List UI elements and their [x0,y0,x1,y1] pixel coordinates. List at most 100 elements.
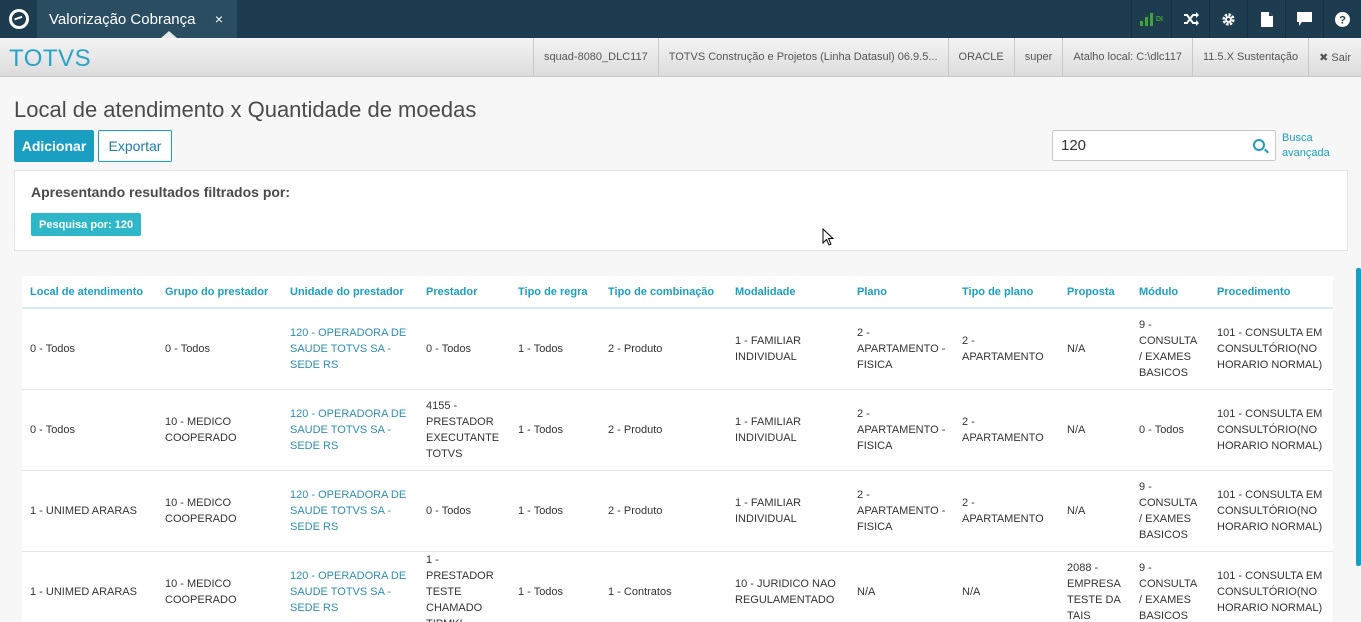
table-header-row: Local de atendimento Grupo do prestador Un… [22,276,1333,309]
table-cell: 0 - Todos [418,470,510,552]
search-input[interactable] [1061,137,1241,154]
shuffle-icon[interactable] [1171,0,1209,38]
table-cell[interactable]: 120 - OPERADORA DE SAUDE TOTVS SA - SEDE… [282,470,418,552]
tab-pointer [161,31,177,38]
table-cell: 101 - CONSULTA EM CONSULTÓRIO(NO HORARIO… [1209,389,1333,471]
column-header[interactable]: Grupo do prestador [157,276,282,309]
app-header: TOTVS squad-8080_DLC117 TOTVS Construção… [0,38,1361,77]
info-user: super [1013,38,1063,76]
advanced-search-line2: avançada [1282,147,1330,159]
advanced-search-link[interactable]: Busca avançada [1282,131,1352,161]
table-cell: 9 - CONSULTA / EXAMES BASICOS [1131,470,1209,552]
info-local-shortcut: Atalho local: C:\dlc117 [1062,38,1192,76]
add-button[interactable]: Adicionar [14,130,94,162]
table-cell: 2088 - EMPRESA TESTE DA TAIS [1059,551,1131,622]
search-box [1052,130,1276,161]
tab-close-icon[interactable]: × [215,11,223,27]
table-cell: 1 - Todos [510,470,600,552]
table-row[interactable]: 0 - Todos 10 - MEDICO COOPERADO 120 - OPER… [22,389,1333,471]
exit-button[interactable]: ✖ Sair [1308,38,1361,76]
top-navigation-bar: Valorização Cobrança × DI ? [0,0,1361,38]
filter-panel: Apresentando resultados filtrados por: P… [14,170,1348,251]
info-product: TOTVS Construção e Projetos (Linha Datas… [657,38,948,76]
tab-title: Valorização Cobrança [49,10,196,28]
table-cell: 1 - PRESTADOR TESTE CHAMADO TIPMKL [418,551,510,622]
document-icon[interactable] [1247,0,1285,38]
filter-title: Apresentando resultados filtrados por: [31,184,291,200]
table-cell: 2 - Produto [600,308,727,390]
column-header[interactable]: Tipo de combinação [600,276,727,309]
column-header[interactable]: Plano [849,276,954,309]
table-cell: 2 - APARTAMENTO - FISICA [849,389,954,471]
table-body: 0 - Todos 0 - Todos 120 - OPERADORA DE SAU… [22,308,1333,622]
column-header[interactable]: Proposta [1059,276,1131,309]
session-info: squad-8080_DLC117 TOTVS Construção e Pro… [532,38,1361,76]
column-header[interactable]: Procedimento [1209,276,1333,309]
column-header[interactable]: Módulo [1131,276,1209,309]
table-cell: N/A [849,551,954,622]
signal-label: DI [1156,15,1163,23]
table-row[interactable]: 0 - Todos 0 - Todos 120 - OPERADORA DE SAU… [22,308,1333,390]
svg-text:?: ? [1339,14,1346,26]
results-table-container: Local de atendimento Grupo do prestador Un… [22,276,1333,622]
table-cell: 2 - Produto [600,470,727,552]
search-icon[interactable] [1253,139,1265,151]
vertical-scrollbar[interactable] [1356,268,1361,566]
table-cell: 10 - MEDICO COOPERADO [157,389,282,471]
table-cell[interactable]: 120 - OPERADORA DE SAUDE TOTVS SA - SEDE… [282,389,418,471]
table-cell: 2 - APARTAMENTO [954,308,1059,390]
mouse-cursor-icon [822,228,834,246]
column-header[interactable]: Tipo de regra [510,276,600,309]
brand-title: TOTVS [9,45,92,72]
help-icon[interactable]: ? [1323,0,1361,38]
filter-badge[interactable]: Pesquisa por: 120 [31,213,142,236]
table-cell: 1 - FAMILIAR INDIVIDUAL [727,389,849,471]
info-server: squad-8080_DLC117 [532,38,658,76]
table-cell: 0 - Todos [157,308,282,390]
table-cell: 2 - APARTAMENTO [954,470,1059,552]
table-cell[interactable]: 120 - OPERADORA DE SAUDE TOTVS SA - SEDE… [282,308,418,390]
table-cell: 1 - Todos [510,389,600,471]
chat-icon[interactable] [1285,0,1323,38]
tab-valorizacao-cobranca[interactable]: Valorização Cobrança × [37,0,237,38]
table-cell: 1 - Todos [510,308,600,390]
table-row[interactable]: 1 - UNIMED ARARAS 10 - MEDICO COOPERADO 12… [22,470,1333,552]
advanced-search-line1: Busca [1282,132,1313,144]
table-cell[interactable]: 120 - OPERADORA DE SAUDE TOTVS SA - SEDE… [282,551,418,622]
export-button[interactable]: Exportar [98,130,172,162]
table-cell: 9 - CONSULTA / EXAMES BASICOS [1131,551,1209,622]
table-cell: 101 - CONSULTA EM CONSULTÓRIO(NO HORARIO… [1209,308,1333,390]
table-cell: N/A [1059,308,1131,390]
totvs-logo-button[interactable] [0,0,37,38]
table-cell: 0 - Todos [1131,389,1209,471]
table-cell: 0 - Todos [22,308,157,390]
table-cell: 1 - Todos [510,551,600,622]
table-cell: 1 - FAMILIAR INDIVIDUAL [727,308,849,390]
column-header[interactable]: Unidade do prestador [282,276,418,309]
column-header[interactable]: Modalidade [727,276,849,309]
table-cell: 2 - APARTAMENTO [954,389,1059,471]
table-cell: N/A [954,551,1059,622]
table-cell: 0 - Todos [22,389,157,471]
table-cell: 101 - CONSULTA EM CONSULTÓRIO(NO HORARIO… [1209,470,1333,552]
table-cell: 1 - Contratos [600,551,727,622]
column-header[interactable]: Local de atendimento [22,276,157,309]
column-header[interactable]: Prestador [418,276,510,309]
page-title: Local de atendimento x Quantidade de moe… [14,97,477,122]
table-cell: 4155 - PRESTADOR EXECUTANTE TOTVS [418,389,510,471]
table-cell: 9 - CONSULTA / EXAMES BASICOS [1131,308,1209,390]
gear-icon[interactable] [1209,0,1247,38]
table-cell: 2 - Produto [600,389,727,471]
table-row[interactable]: 1 - UNIMED ARARAS 10 - MEDICO COOPERADO 12… [22,551,1333,622]
signal-icon[interactable]: DI [1131,0,1171,38]
info-database: ORACLE [947,38,1014,76]
column-header[interactable]: Tipo de plano [954,276,1059,309]
table-cell: 1 - UNIMED ARARAS [22,551,157,622]
table-cell: N/A [1059,389,1131,471]
info-version: 11.5.X Sustentação [1191,38,1308,76]
table-cell: 1 - FAMILIAR INDIVIDUAL [727,470,849,552]
table-cell: 2 - APARTAMENTO - FISICA [849,470,954,552]
table-cell: 101 - CONSULTA EM CONSULTÓRIO(NO HORARIO… [1209,551,1333,622]
table-cell: 10 - MEDICO COOPERADO [157,470,282,552]
table-cell: 1 - UNIMED ARARAS [22,470,157,552]
